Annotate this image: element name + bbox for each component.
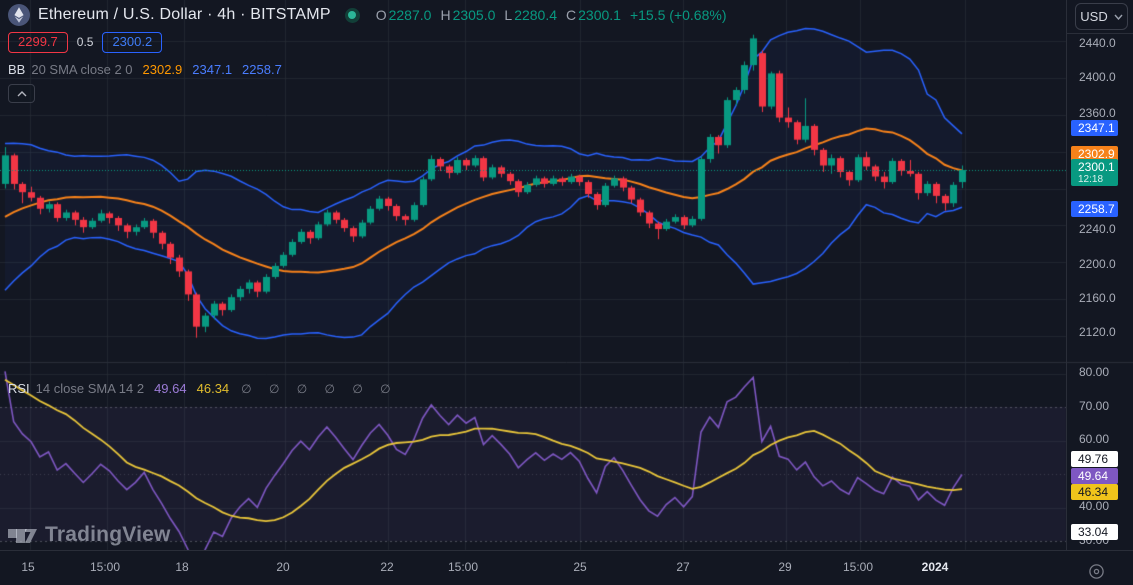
currency-selector-button[interactable]: USD	[1075, 3, 1128, 30]
tradingview-logo-icon	[8, 524, 38, 546]
symbol-title[interactable]: Ethereum / U.S. Dollar · 4h · BITSTAMP	[38, 6, 331, 24]
scale-header-divider	[1067, 33, 1133, 34]
bb-lower-value: 2258.7	[242, 62, 282, 77]
time-label: 2024	[922, 560, 949, 574]
rsi-scale-label: 80.00	[1079, 365, 1109, 379]
price-scale-label: 2160.0	[1079, 291, 1116, 305]
bb-legend-name: BB	[8, 62, 25, 77]
time-label: 15	[21, 560, 34, 574]
chart-canvas[interactable]	[0, 0, 1133, 585]
time-label: 27	[676, 560, 689, 574]
ask-button[interactable]: 2300.2	[102, 32, 162, 53]
price-scale-label: 2400.0	[1079, 70, 1116, 84]
close-value: 2300.1	[578, 7, 621, 23]
rsi-badge: 49.76	[1071, 451, 1118, 467]
currency-label: USD	[1080, 9, 1107, 24]
bid-button[interactable]: 2299.7	[8, 32, 68, 53]
time-label: 15:00	[90, 560, 120, 574]
rsi-null-values: ∅ ∅ ∅ ∅ ∅ ∅	[241, 382, 397, 396]
symbol-header[interactable]: Ethereum / U.S. Dollar · 4h · BITSTAMP O…	[8, 3, 726, 27]
time-label: 20	[276, 560, 289, 574]
bb-upper-value: 2347.1	[192, 62, 232, 77]
time-label: 22	[380, 560, 393, 574]
price-scale[interactable]: 2440.0 2400.0 2360.0 2240.0 2200.0 2160.0 2120…	[1066, 0, 1133, 550]
time-axis[interactable]: 15 15:00 18 20 22 15:00 25 27 29 15:00 2024	[0, 550, 1133, 585]
rsi-badge: 46.34	[1071, 484, 1118, 500]
rsi-legend[interactable]: RSI 14 close SMA 14 2 49.64 46.34 ∅ ∅ ∅ …	[8, 381, 398, 396]
collapse-legend-button[interactable]	[8, 84, 35, 103]
watermark-text: TradingView	[45, 523, 171, 547]
chevron-down-icon	[1114, 14, 1123, 20]
chevron-up-icon	[17, 91, 27, 97]
price-scale-label: 2200.0	[1079, 257, 1116, 271]
rsi-badge: 49.64	[1071, 468, 1118, 484]
ohlc-values: O2287.0 H2305.0 L2280.4 C2300.1 +15.5 (+…	[376, 7, 727, 23]
price-badge: 2347.1	[1071, 120, 1118, 136]
time-label: 29	[778, 560, 791, 574]
chart-window: Ethereum / U.S. Dollar · 4h · BITSTAMP O…	[0, 0, 1133, 585]
price-badge: 2258.7	[1071, 201, 1118, 217]
rsi-scale-label: 60.00	[1079, 432, 1109, 446]
market-status-icon[interactable]	[345, 8, 360, 23]
scale-settings-icon[interactable]	[1087, 562, 1105, 580]
rsi-ma-value: 46.34	[197, 381, 230, 396]
rsi-scale-label: 40.00	[1079, 499, 1109, 513]
time-label: 18	[175, 560, 188, 574]
price-scale-label: 2120.0	[1079, 325, 1116, 339]
tradingview-watermark: TradingView	[8, 523, 171, 547]
low-value: 2280.4	[514, 7, 557, 23]
rsi-scale-label: 70.00	[1079, 399, 1109, 413]
price-scale-label: 2240.0	[1079, 222, 1116, 236]
bb-basis-value: 2302.9	[143, 62, 183, 77]
change-value: +15.5 (+0.68%)	[630, 7, 727, 23]
time-label: 15:00	[448, 560, 478, 574]
quote-row: 2299.7 0.5 2300.2	[8, 32, 162, 52]
price-badge: 2300.112:18	[1071, 159, 1118, 186]
open-value: 2287.0	[389, 7, 432, 23]
rsi-legend-name: RSI	[8, 381, 30, 396]
price-scale-label: 2360.0	[1079, 106, 1116, 120]
rsi-value: 49.64	[154, 381, 187, 396]
bb-legend[interactable]: BB 20 SMA close 2 0 2302.9 2347.1 2258.7	[8, 62, 282, 77]
bb-legend-params: 20 SMA close 2 0	[31, 62, 132, 77]
ethereum-logo-icon	[8, 4, 30, 26]
price-scale-label: 2440.0	[1079, 36, 1116, 50]
rsi-legend-params: 14 close SMA 14 2	[36, 381, 144, 396]
time-label: 15:00	[843, 560, 873, 574]
high-value: 2305.0	[453, 7, 496, 23]
rsi-badge: 33.04	[1071, 524, 1118, 540]
spread-value: 0.5	[77, 35, 94, 49]
time-label: 25	[573, 560, 586, 574]
